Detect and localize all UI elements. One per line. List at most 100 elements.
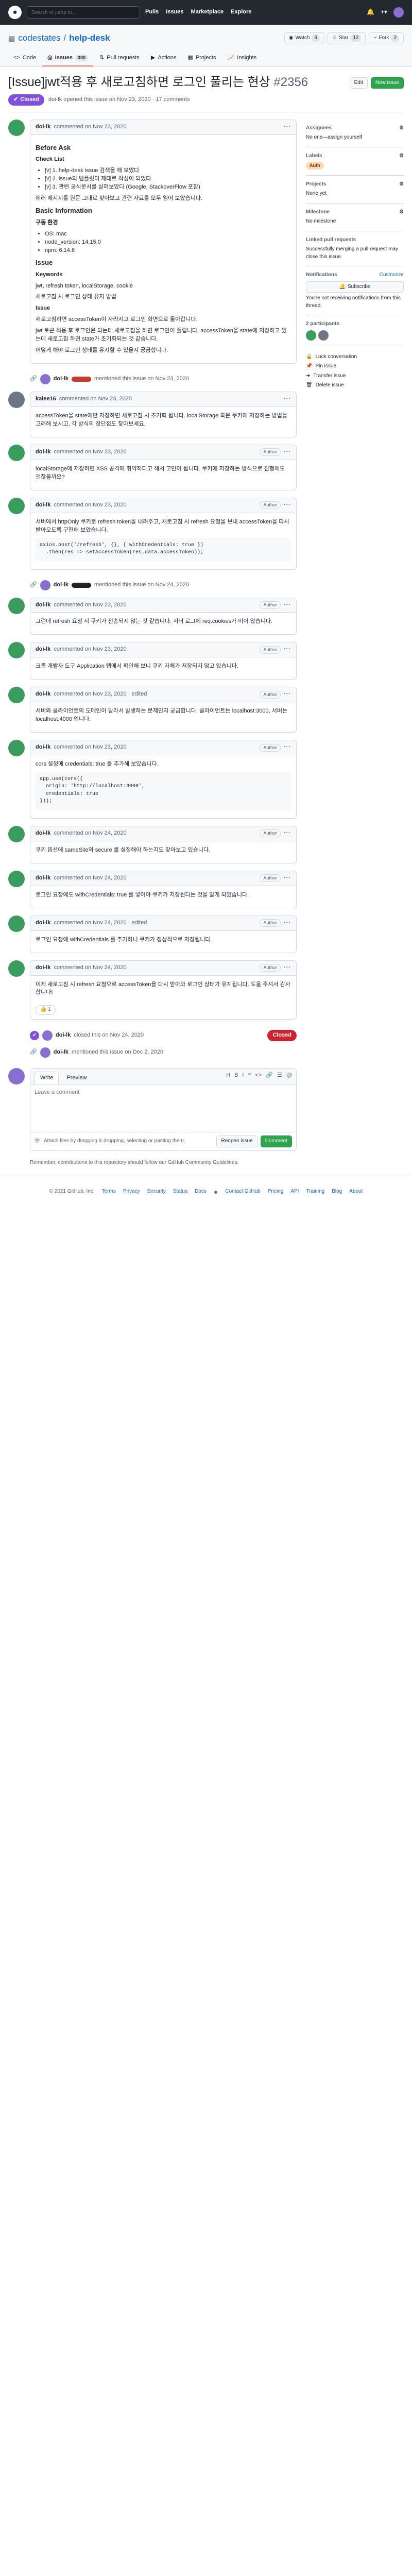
comment-button[interactable]: Comment (260, 1136, 292, 1147)
footer-link-api[interactable]: API (290, 1188, 299, 1196)
gear-icon[interactable]: ⚙ (399, 152, 404, 160)
italic-icon[interactable]: I (242, 1072, 244, 1082)
comment-time[interactable]: commented on Nov 24, 2020 · edited (54, 919, 147, 927)
comment-author[interactable]: doi-lk (36, 743, 50, 752)
nav-marketplace[interactable]: Marketplace (191, 8, 224, 16)
avatar[interactable] (8, 119, 25, 136)
avatar[interactable] (8, 825, 25, 842)
kebab-menu-icon[interactable]: ··· (284, 601, 291, 609)
avatar[interactable] (8, 392, 25, 409)
avatar[interactable] (8, 497, 25, 514)
comment-author[interactable]: kalee16 (36, 395, 56, 403)
repo-name-link[interactable]: help-desk (69, 32, 110, 45)
comment-textarea[interactable] (30, 1084, 296, 1129)
comment-author[interactable]: doi-lk (36, 829, 50, 838)
lock-conversation-link[interactable]: 🔒 Lock conversation (306, 353, 404, 361)
kebab-menu-icon[interactable]: ··· (284, 743, 291, 752)
search-box[interactable] (27, 6, 140, 19)
kebab-menu-icon[interactable]: ··· (284, 395, 291, 403)
repo-owner-link[interactable]: codestates (18, 32, 60, 45)
plus-icon[interactable]: +▾ (381, 8, 387, 16)
kebab-menu-icon[interactable]: ··· (284, 646, 291, 654)
comment-author[interactable]: doi-lk (36, 919, 50, 927)
avatar[interactable] (42, 1030, 53, 1041)
footer-link-security[interactable]: Security (147, 1188, 166, 1196)
avatar[interactable] (8, 687, 25, 704)
comment-author[interactable]: doi-lk (36, 501, 50, 510)
mention-icon[interactable]: @ (286, 1072, 292, 1082)
event-author[interactable]: doi-lk (54, 581, 68, 589)
transfer-issue-link[interactable]: ➜ Transfer issue (306, 372, 404, 380)
avatar[interactable] (8, 642, 25, 659)
comment-author[interactable]: doi-lk (36, 601, 50, 609)
thumbs-up-reaction[interactable]: 👍 1 (36, 1005, 56, 1015)
kebab-menu-icon[interactable]: ··· (284, 501, 291, 510)
search-input[interactable] (31, 9, 135, 15)
footer-link-docs[interactable]: Docs (195, 1188, 207, 1196)
tab-projects[interactable]: ▦ Projects (182, 51, 221, 66)
avatar[interactable] (8, 444, 25, 461)
gear-icon[interactable]: ⚙ (399, 209, 404, 216)
kebab-menu-icon[interactable]: ··· (284, 964, 291, 972)
avatar[interactable] (8, 915, 25, 932)
gear-icon[interactable]: ⚙ (399, 125, 404, 132)
bell-icon[interactable]: 🔔 (367, 8, 374, 16)
comment-time[interactable]: commented on Nov 23, 2020 (59, 395, 132, 403)
watch-button[interactable]: ◉ Watch 9 (284, 32, 324, 44)
comment-author[interactable]: doi-lk (36, 964, 50, 972)
kebab-menu-icon[interactable]: ··· (284, 874, 291, 883)
write-tab[interactable]: Write (35, 1071, 59, 1084)
comment-time[interactable]: commented on Nov 23, 2020 (54, 501, 126, 510)
footer-link-blog[interactable]: Blog (332, 1188, 342, 1196)
delete-issue-link[interactable]: 🗑 Delete issue (306, 382, 404, 389)
footer-link-terms[interactable]: Terms (102, 1188, 116, 1196)
comment-author[interactable]: doi-lk (36, 448, 50, 456)
event-author[interactable]: doi-lk (56, 1031, 71, 1040)
pin-issue-link[interactable]: 📌 Pin issue (306, 363, 404, 370)
comment-author[interactable]: doi-lk (36, 123, 50, 131)
event-author[interactable]: doi-lk (54, 1048, 68, 1057)
github-logo-icon[interactable]: ● (214, 1187, 218, 1197)
avatar[interactable] (8, 597, 25, 614)
preview-tab[interactable]: Preview (61, 1072, 92, 1084)
gear-icon[interactable]: ⚙ (399, 181, 404, 189)
reopen-issue-button[interactable]: Reopen issue (216, 1136, 258, 1147)
comment-time[interactable]: commented on Nov 23, 2020 (54, 601, 126, 609)
github-logo-icon[interactable]: ● (8, 6, 22, 19)
comment-author[interactable]: doi-lk (36, 646, 50, 654)
comment-time[interactable]: commented on Nov 24, 2020 (54, 829, 126, 838)
edit-button[interactable]: Edit (349, 77, 368, 89)
label-chip[interactable]: Auth (306, 162, 324, 170)
attach-hint[interactable]: Attach files by dragging & dropping, sel… (44, 1138, 185, 1145)
avatar[interactable] (40, 1047, 50, 1058)
link-icon[interactable]: 🔗 (266, 1072, 273, 1082)
comment-time[interactable]: commented on Nov 23, 2020 · edited (54, 690, 147, 699)
tab-code[interactable]: <> Code (8, 51, 41, 66)
fork-button[interactable]: ⑂ Fork 2 (369, 32, 404, 44)
list-icon[interactable]: ☰ (277, 1072, 282, 1082)
avatar[interactable] (393, 7, 404, 18)
footer-link-training[interactable]: Training (306, 1188, 324, 1196)
kebab-menu-icon[interactable]: ··· (284, 448, 291, 456)
tab-issues[interactable]: ◎ Issues 300 (42, 51, 94, 66)
bold-icon[interactable]: B (234, 1072, 238, 1082)
avatar[interactable] (306, 330, 316, 341)
comment-time[interactable]: commented on Nov 24, 2020 (54, 874, 126, 883)
tab-insights[interactable]: 📈 Insights (222, 51, 262, 66)
kebab-menu-icon[interactable]: ··· (284, 690, 291, 699)
comment-time[interactable]: commented on Nov 23, 2020 (54, 448, 126, 456)
avatar[interactable] (40, 580, 50, 590)
tab-actions[interactable]: ▶ Actions (146, 51, 182, 66)
assignees-value[interactable]: No one—assign yourself (306, 134, 404, 142)
avatar[interactable] (8, 1067, 25, 1084)
comment-time[interactable]: commented on Nov 23, 2020 (54, 123, 126, 131)
comment-time[interactable]: commented on Nov 23, 2020 (54, 743, 126, 752)
new-issue-button[interactable]: New issue (370, 77, 404, 89)
event-author[interactable]: doi-lk (54, 375, 68, 383)
comment-author[interactable]: doi-lk (36, 690, 50, 699)
comment-time[interactable]: commented on Nov 24, 2020 (54, 964, 126, 972)
footer-link-privacy[interactable]: Privacy (123, 1188, 140, 1196)
heading-icon[interactable]: H (226, 1072, 230, 1082)
nav-issues[interactable]: Issues (166, 8, 183, 16)
footer-link-status[interactable]: Status (173, 1188, 187, 1196)
